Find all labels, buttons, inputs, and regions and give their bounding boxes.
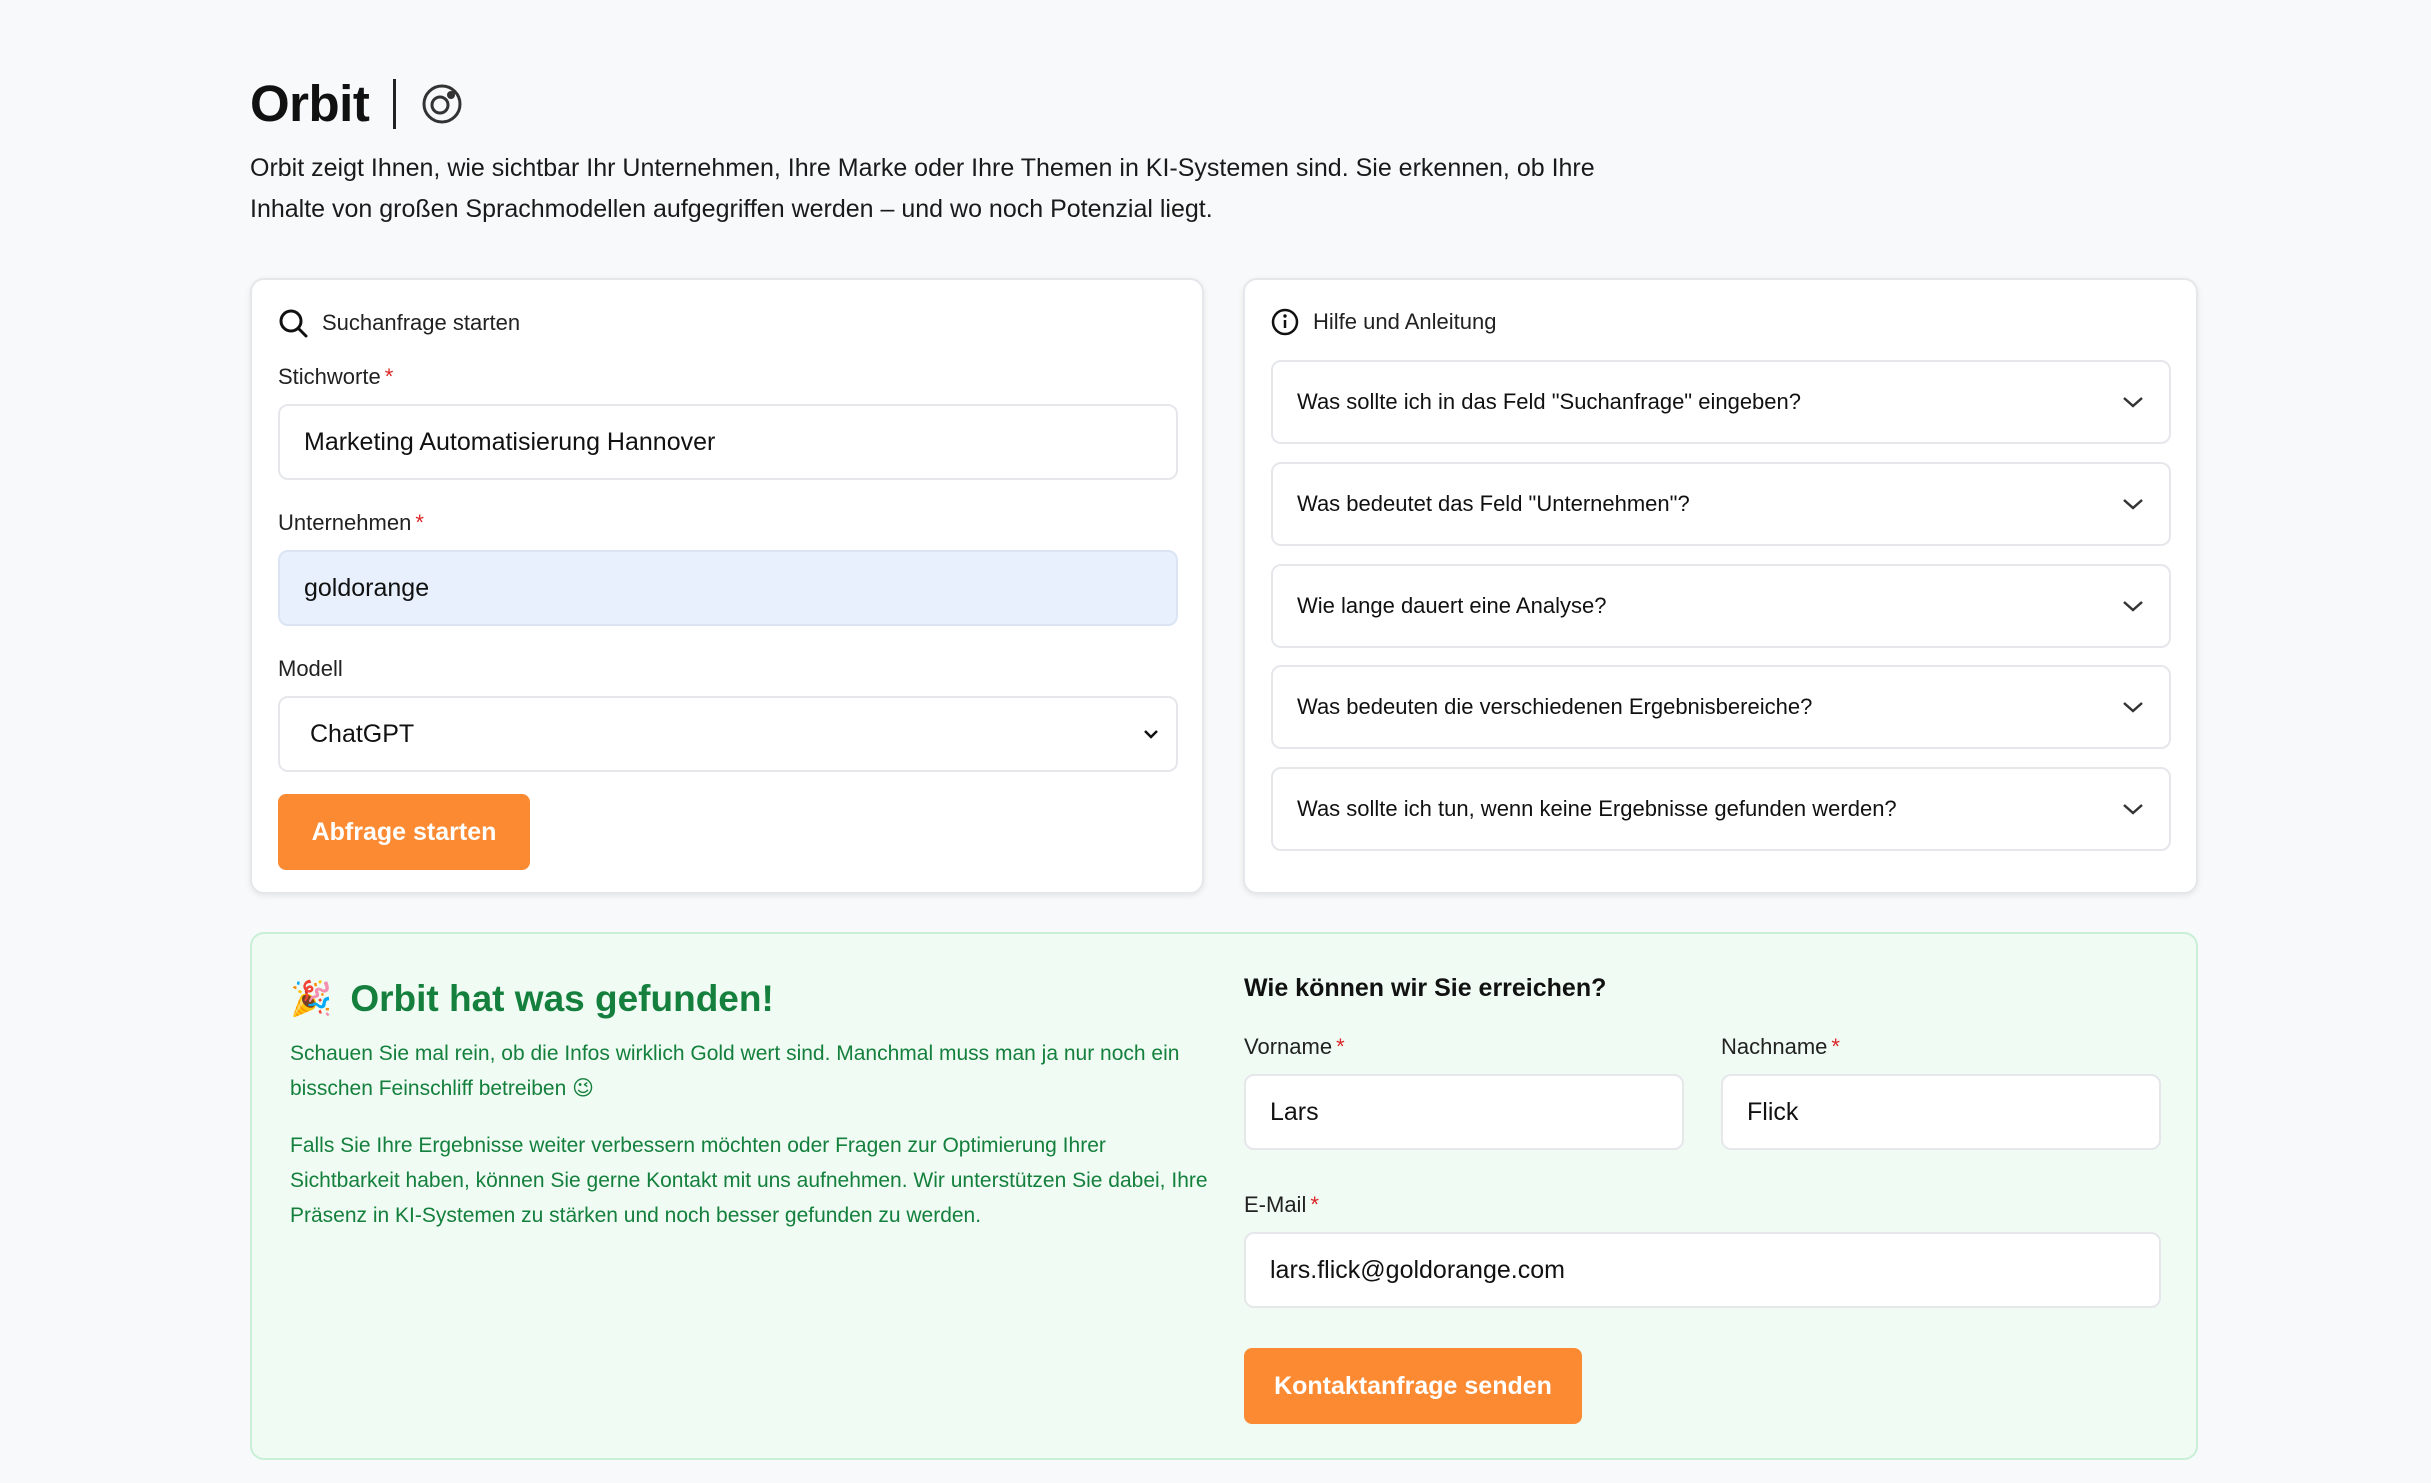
search-icon: [279, 309, 308, 338]
chevron-down-icon: [2123, 804, 2143, 815]
chevron-down-icon: [2123, 601, 2143, 612]
faq-item[interactable]: Wie lange dauert eine Analyse?: [1271, 564, 2171, 648]
chevron-down-icon: [2123, 499, 2143, 510]
faq-question: Was sollte ich tun, wenn keine Ergebniss…: [1297, 796, 1897, 821]
faq-question: Was sollte ich in das Feld "Suchanfrage"…: [1297, 389, 1801, 414]
help-card-header: Hilfe und Anleitung: [1271, 308, 1496, 336]
keywords-label: Stichworte *: [278, 364, 393, 390]
start-query-button[interactable]: Abfrage starten: [278, 794, 530, 870]
app-title: Orbit: [250, 75, 370, 132]
send-contact-request-button[interactable]: Kontaktanfrage senden: [1244, 1348, 1582, 1424]
faq-item[interactable]: Was sollte ich tun, wenn keine Ergebniss…: [1271, 767, 2171, 851]
faq-item[interactable]: Was sollte ich in das Feld "Suchanfrage"…: [1271, 360, 2171, 444]
lastname-input-value: Flick: [1747, 1097, 1799, 1126]
company-input-value: goldorange: [304, 573, 430, 602]
brand-header: Orbit: [250, 74, 464, 133]
keywords-label-text: Stichworte: [278, 364, 381, 389]
model-select[interactable]: ChatGPT: [278, 696, 1178, 772]
email-label-text: E-Mail: [1244, 1192, 1307, 1217]
company-label-text: Unternehmen: [278, 510, 412, 535]
title-divider: [393, 78, 397, 129]
intro-text: Orbit zeigt Ihnen, wie sichtbar Ihr Unte…: [250, 154, 1595, 223]
lastname-label: Nachname *: [1721, 1034, 1840, 1060]
required-mark: *: [415, 510, 424, 535]
result-title-text: Orbit hat was gefunden!: [350, 978, 774, 1019]
result-text-1: Schauen Sie mal rein, ob die Infos wirkl…: [290, 1042, 1180, 1100]
search-card-header: Suchanfrage starten: [278, 308, 520, 338]
help-card: Hilfe und Anleitung Was sollte ich in da…: [1243, 278, 2198, 894]
search-card: Suchanfrage starten Stichworte * Marketin…: [250, 278, 1204, 894]
required-mark: *: [384, 364, 394, 389]
company-label: Unternehmen *: [278, 510, 424, 536]
result-text-2: Falls Sie Ihre Ergebnisse weiter verbess…: [290, 1134, 1208, 1227]
chevron-down-icon: [2123, 397, 2143, 408]
help-card-title: Hilfe und Anleitung: [1313, 309, 1497, 334]
orbit-logo-icon: [422, 84, 462, 123]
model-label-text: Modell: [278, 656, 343, 681]
lastname-label-text: Nachname: [1721, 1034, 1828, 1059]
keywords-input[interactable]: Marketing Automatisierung Hannover: [278, 404, 1178, 480]
chevron-down-icon: [2123, 702, 2143, 713]
required-mark: *: [1831, 1034, 1840, 1059]
firstname-input-value: Lars: [1270, 1097, 1319, 1126]
model-label: Modell: [278, 656, 343, 682]
firstname-input[interactable]: Lars: [1244, 1074, 1684, 1150]
result-title: 🎉 Orbit hat was gefunden!: [290, 978, 774, 1020]
model-select-value: ChatGPT: [310, 719, 415, 748]
email-input-value: lars.flick@goldorange.com: [1270, 1255, 1565, 1284]
info-icon: [1271, 308, 1299, 336]
contact-title: Wie können wir Sie erreichen?: [1244, 974, 1607, 1002]
lastname-input[interactable]: Flick: [1721, 1074, 2161, 1150]
faq-question: Was bedeutet das Feld "Unternehmen"?: [1297, 491, 1690, 516]
chevron-down-icon: [1144, 730, 1158, 739]
email-input[interactable]: lars.flick@goldorange.com: [1244, 1232, 2161, 1308]
email-label: E-Mail *: [1244, 1192, 1319, 1218]
faq-question: Was bedeuten die verschiedenen Ergebnisb…: [1297, 694, 1813, 719]
required-mark: *: [1310, 1192, 1319, 1217]
search-card-title: Suchanfrage starten: [322, 310, 521, 335]
required-mark: *: [1336, 1034, 1345, 1059]
company-input[interactable]: goldorange: [278, 550, 1178, 626]
keywords-input-value: Marketing Automatisierung Hannover: [304, 427, 716, 456]
faq-question: Wie lange dauert eine Analyse?: [1297, 593, 1607, 618]
firstname-label-text: Vorname: [1244, 1034, 1333, 1059]
party-popper-icon: 🎉: [290, 980, 333, 1018]
firstname-label: Vorname *: [1244, 1034, 1345, 1060]
faq-item[interactable]: Was bedeutet das Feld "Unternehmen"?: [1271, 462, 2171, 546]
result-panel: 🎉 Orbit hat was gefunden! Schauen Sie ma…: [250, 932, 2198, 1460]
faq-item[interactable]: Was bedeuten die verschiedenen Ergebnisb…: [1271, 665, 2171, 749]
